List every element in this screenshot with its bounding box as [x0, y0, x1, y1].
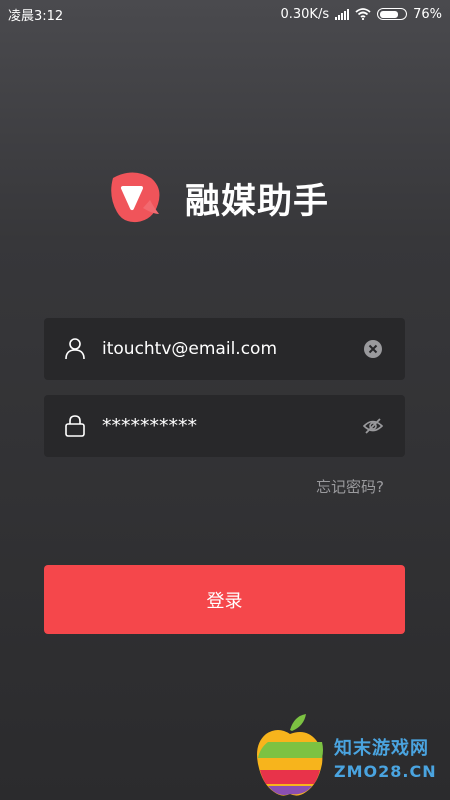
status-left: 凌晨3:12 — [8, 5, 63, 24]
site-watermark: 知末游戏网 ZMO28.CN — [250, 712, 450, 800]
username-value[interactable]: itouchtv@email.com — [102, 318, 277, 380]
watermark-title: 知末游戏网 — [334, 738, 429, 759]
password-value[interactable]: ********** — [102, 395, 197, 457]
signal-icon — [335, 8, 350, 20]
watermark-url: ZMO28.CN — [334, 762, 437, 781]
forgot-password-link[interactable]: 忘记密码? — [316, 476, 384, 497]
lock-icon — [65, 415, 85, 437]
status-right: 0.30K/s 76% — [280, 7, 442, 22]
status-bar: 凌晨3:12 0.30K/s 76% — [0, 0, 450, 28]
username-field[interactable]: itouchtv@email.com — [44, 318, 405, 380]
login-button[interactable]: 登录 — [44, 565, 405, 634]
network-speed: 0.30K/s — [280, 6, 330, 22]
user-icon — [65, 338, 85, 360]
apple-logo-icon — [257, 714, 323, 796]
app-name: 融媒助手 — [185, 181, 330, 222]
eye-off-icon[interactable] — [363, 416, 383, 436]
wifi-icon — [355, 8, 371, 20]
status-time: 凌晨3:12 — [8, 8, 64, 24]
clear-icon[interactable] — [363, 339, 383, 359]
battery-level: 76% — [413, 6, 442, 22]
password-field[interactable]: ********** — [44, 395, 405, 457]
chat-bubble-logo-icon — [111, 172, 160, 223]
battery-icon — [377, 8, 408, 20]
brand-header: 融媒助手 — [103, 168, 329, 228]
